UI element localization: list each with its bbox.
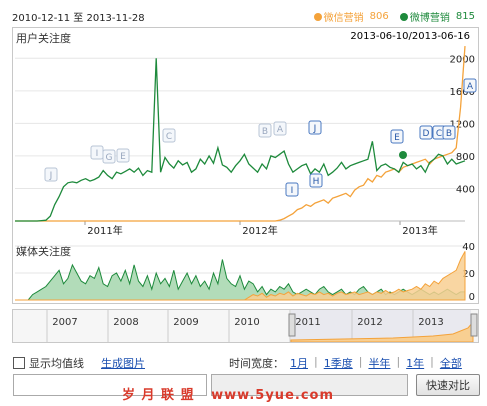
separator: | [314, 355, 318, 368]
legend-weibo-name: 微博营销 [409, 13, 450, 24]
y-tick-label: 40 [462, 242, 475, 253]
timeline-year-label: 2011 [295, 317, 320, 328]
time-option-1-month[interactable]: 1月 [290, 355, 308, 371]
weibo-dot-icon [399, 12, 408, 21]
event-marker-label: A [277, 125, 284, 135]
legend: 微信营销 806 微博营销 815 [306, 9, 475, 24]
event-marker-label: J [313, 124, 317, 134]
user-attention-panel: 用户关注度 2013-06-10/2013-06-16 2000 1600 1200… [12, 27, 479, 241]
timeline-year-label: 2009 [173, 317, 198, 328]
legend-weibo-value: 815 [455, 11, 475, 22]
separator: | [396, 355, 401, 368]
timeline-year-label: 2012 [357, 317, 382, 328]
show-average-checkbox[interactable] [13, 357, 25, 369]
quick-compare-button[interactable]: 快速对比 [416, 374, 480, 396]
event-marker-label: C [436, 129, 442, 139]
event-marker-label: H [313, 177, 320, 187]
show-average-label: 显示均值线 [29, 357, 84, 370]
x-tick-label: 2011年 [87, 224, 122, 237]
legend-item-weixin[interactable]: 微信营销 806 [313, 9, 389, 24]
event-marker-label: I [96, 149, 99, 159]
time-span-options: 1月 | 1季度 | 半年 | 1年 | 全部 [290, 355, 462, 371]
x-tick-label: 2013年 [402, 224, 437, 237]
event-marker-label: E [394, 133, 400, 143]
time-option-all[interactable]: 全部 [440, 355, 462, 371]
event-marker-label: D [423, 129, 430, 139]
timeline-year-label: 2007 [52, 317, 77, 328]
media-attention-panel: 媒体关注度 40 20 0 [12, 240, 479, 304]
watermark: 岁 月 联 盟 www.5yue.com [122, 388, 335, 403]
event-marker-label: C [166, 132, 172, 142]
timeline-year-label: 2013 [418, 317, 443, 328]
event-marker-label: A [467, 82, 474, 92]
legend-weixin-name: 微信营销 [323, 13, 364, 24]
timeline-svg: 2007 2008 2009 2010 2011 2012 2013 [46, 310, 478, 342]
event-marker-label: B [262, 127, 268, 137]
event-marker-label: I [291, 186, 294, 196]
y-tick-label: 400 [456, 184, 475, 195]
time-span-label: 时间宽度： [229, 357, 284, 370]
timeline-navigator[interactable]: 2007 2008 2009 2010 2011 2012 2013 [12, 309, 479, 343]
timeline-handle-left [288, 313, 296, 337]
date-range: 2010-12-11 至 2013-11-28 [12, 13, 145, 24]
timeline-year-label: 2010 [234, 317, 259, 328]
event-marker-label: E [120, 152, 126, 162]
time-option-1-year[interactable]: 1年 [406, 355, 424, 371]
event-marker-label: J [49, 171, 53, 181]
time-option-half-year[interactable]: 半年 [368, 355, 390, 371]
event-marker-label: G [106, 153, 113, 163]
media-attention-chart[interactable]: 40200 [13, 240, 478, 303]
timeline-year-label: 2008 [113, 317, 138, 328]
separator: | [430, 355, 434, 368]
x-tick-label: 2012年 [242, 224, 277, 237]
generate-image-link[interactable]: 生成图片 [101, 355, 145, 371]
y-tick-label: 0 [469, 292, 475, 303]
event-marker-label: B [446, 129, 452, 139]
highlight-point [399, 151, 407, 159]
timeline-handle-right [470, 313, 478, 337]
time-option-1-quarter[interactable]: 1季度 [324, 355, 353, 371]
weixin-dot-icon [313, 12, 322, 21]
legend-weixin-value: 806 [369, 11, 389, 22]
user-attention-chart[interactable]: 2000160012008004002011年 2012年 2013年JI G EC B A… [13, 28, 478, 240]
y-tick-label: 2000 [450, 54, 475, 65]
separator: | [358, 355, 363, 368]
legend-item-weibo[interactable]: 微博营销 815 [399, 9, 475, 24]
y-tick-label: 800 [456, 152, 475, 163]
